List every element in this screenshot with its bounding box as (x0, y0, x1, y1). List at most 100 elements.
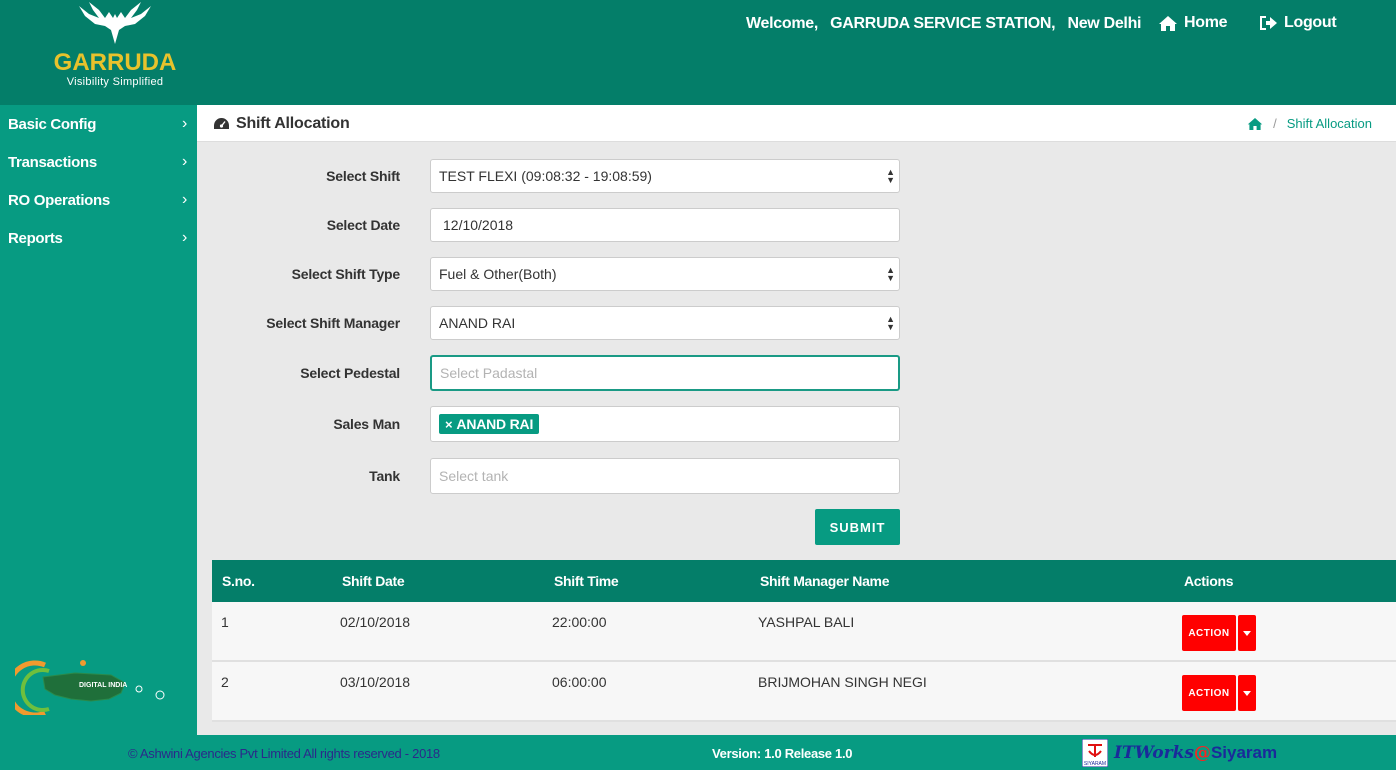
sidebar-item-basic-config[interactable]: Basic Config › (0, 105, 197, 143)
row-action-group: ACTION (1182, 675, 1256, 711)
tank-label: Tank (369, 468, 400, 484)
chevron-right-icon: › (181, 229, 187, 246)
salesman-label: Sales Man (333, 416, 400, 432)
cell-shift-date: 02/10/2018 (340, 614, 411, 630)
tag-remove-icon[interactable]: × (445, 417, 453, 432)
version-text: Version: 1.0 Release 1.0 (712, 746, 853, 761)
copyright-text: © Ashwini Agencies Pvt Limited All right… (128, 746, 440, 761)
shift-select-value: TEST FLEXI (09:08:32 - 19:08:59) (439, 168, 652, 184)
action-dropdown-toggle[interactable] (1238, 675, 1256, 711)
sidebar-item-label: RO Operations (8, 191, 110, 209)
caret-down-icon (1243, 690, 1251, 696)
logout-icon (1260, 16, 1277, 30)
shift-type-label: Select Shift Type (291, 266, 401, 282)
logout-link[interactable]: Logout (1258, 14, 1337, 32)
tank-input[interactable]: Select tank (430, 458, 900, 494)
column-header-actions: Actions (1184, 573, 1234, 589)
table-row: 1 02/10/2018 22:00:00 YASHPAL BALI ACTIO… (212, 602, 1396, 662)
home-icon (1159, 15, 1177, 31)
breadcrumb: / Shift Allocation (1247, 116, 1372, 131)
footer: © Ashwini Agencies Pvt Limited All right… (0, 735, 1396, 770)
pedestal-input[interactable]: Select Padastal (430, 355, 900, 391)
breadcrumb-separator: / (1273, 116, 1277, 131)
date-input-value: 12/10/2018 (443, 217, 514, 233)
logo-tagline: Visibility Simplified (66, 76, 164, 88)
form-row-shift: Select Shift TEST FLEXI (09:08:32 - 19:0… (197, 159, 1396, 193)
station-name: GARRUDA SERVICE STATION, (830, 15, 1056, 32)
pedestal-label: Select Pedestal (300, 365, 400, 381)
cell-shift-time: 22:00:00 (552, 614, 607, 630)
shift-manager-value: ANAND RAI (439, 315, 516, 331)
breadcrumb-current: Shift Allocation (1286, 116, 1372, 131)
tank-placeholder: Select tank (439, 468, 509, 484)
badge-text: SIYARAM (1084, 761, 1106, 767)
sidebar-item-transactions[interactable]: Transactions › (0, 143, 197, 181)
digital-india-emblem: DIGITAL INDIA (15, 660, 165, 715)
brand-logo[interactable]: GARRUDA Visibility Simplified (50, 0, 180, 100)
action-dropdown-toggle[interactable] (1238, 615, 1256, 651)
date-label: Select Date (326, 217, 400, 233)
eagle-logo-icon (79, 2, 151, 44)
dashboard-gauge-icon (214, 118, 229, 129)
cell-sno: 2 (221, 674, 229, 690)
station-city: New Delhi (1067, 15, 1142, 32)
cell-manager: YASHPAL BALI (758, 614, 855, 630)
row-action-group: ACTION (1182, 615, 1256, 651)
form-row-shift-manager: Select Shift Manager ANAND RAI ▲ ▼ (197, 306, 1396, 340)
pedestal-placeholder: Select Padastal (440, 365, 538, 381)
action-button[interactable]: ACTION (1182, 615, 1236, 651)
salesman-tag: × ANAND RAI (439, 414, 540, 434)
column-header-manager: Shift Manager Name (760, 573, 890, 589)
shift-select[interactable]: TEST FLEXI (09:08:32 - 19:08:59) ▲ ▼ (430, 159, 900, 193)
shift-table: S.no. Shift Date Shift Time Shift Manage… (212, 560, 1396, 722)
itworks-siyaram-logo: SIYARAM ITWorks@Siyaram (1082, 739, 1277, 767)
shift-type-select[interactable]: Fuel & Other(Both) ▲ ▼ (430, 257, 900, 291)
logout-label: Logout (1284, 14, 1337, 31)
cell-sno: 1 (221, 614, 229, 630)
date-input[interactable]: 12/10/2018 (430, 208, 900, 242)
welcome-message: Welcome, GARRUDA SERVICE STATION, New De… (746, 15, 1149, 33)
column-header-sno: S.no. (222, 573, 255, 589)
chevron-right-icon: › (181, 153, 187, 170)
cell-manager: BRIJMOHAN SINGH NEGI (758, 674, 927, 690)
form-row-date: Select Date 12/10/2018 (197, 208, 1396, 242)
table-row: 2 03/10/2018 06:00:00 BRIJMOHAN SINGH NE… (212, 662, 1396, 722)
home-label: Home (1184, 14, 1228, 31)
table-header: S.no. Shift Date Shift Time Shift Manage… (212, 560, 1396, 602)
home-icon[interactable] (1247, 117, 1263, 131)
page-title-text: Shift Allocation (236, 115, 350, 132)
content-header: Shift Allocation / Shift Allocation (197, 105, 1396, 142)
shift-manager-label: Select Shift Manager (266, 315, 400, 331)
form-row-shift-type: Select Shift Type Fuel & Other(Both) ▲ ▼ (197, 257, 1396, 291)
sidebar-item-label: Reports (8, 229, 63, 247)
salesman-multiselect[interactable]: × ANAND RAI (430, 406, 900, 442)
sidebar-item-label: Transactions (8, 153, 97, 171)
page-title: Shift Allocation (213, 115, 350, 133)
sidebar-item-ro-operations[interactable]: RO Operations › (0, 181, 197, 219)
select-arrows-icon: ▲ ▼ (886, 265, 895, 283)
itworks-label: ITWorks (1114, 743, 1194, 763)
shift-manager-select[interactable]: ANAND RAI ▲ ▼ (430, 306, 900, 340)
column-header-shift-time: Shift Time (554, 573, 619, 589)
cell-shift-time: 06:00:00 (552, 674, 607, 690)
column-header-shift-date: Shift Date (342, 573, 405, 589)
chevron-right-icon: › (181, 115, 187, 132)
home-link[interactable]: Home (1158, 14, 1228, 32)
sidebar-item-label: Basic Config (8, 115, 97, 133)
shift-type-value: Fuel & Other(Both) (439, 266, 557, 282)
form-row-pedestal: Select Pedestal Select Padastal (197, 355, 1396, 391)
submit-button[interactable]: SUBMIT (815, 509, 900, 545)
welcome-prefix: Welcome, (746, 15, 818, 32)
itworks-siyaram: Siyaram (1210, 743, 1278, 762)
emblem-text: DIGITAL INDIA (79, 682, 127, 689)
caret-down-icon (1243, 630, 1251, 636)
form-row-tank: Tank Select tank (197, 458, 1396, 494)
shift-label: Select Shift (326, 168, 400, 184)
select-arrows-icon: ▲ ▼ (886, 314, 895, 332)
logo-name: GARRUDA (53, 49, 177, 76)
form-row-salesman: Sales Man × ANAND RAI (197, 406, 1396, 442)
sidebar-item-reports[interactable]: Reports › (0, 219, 197, 257)
action-button[interactable]: ACTION (1182, 675, 1236, 711)
itworks-at: @ (1193, 743, 1211, 763)
itworks-brand: ITWorks@Siyaram (1114, 743, 1277, 763)
